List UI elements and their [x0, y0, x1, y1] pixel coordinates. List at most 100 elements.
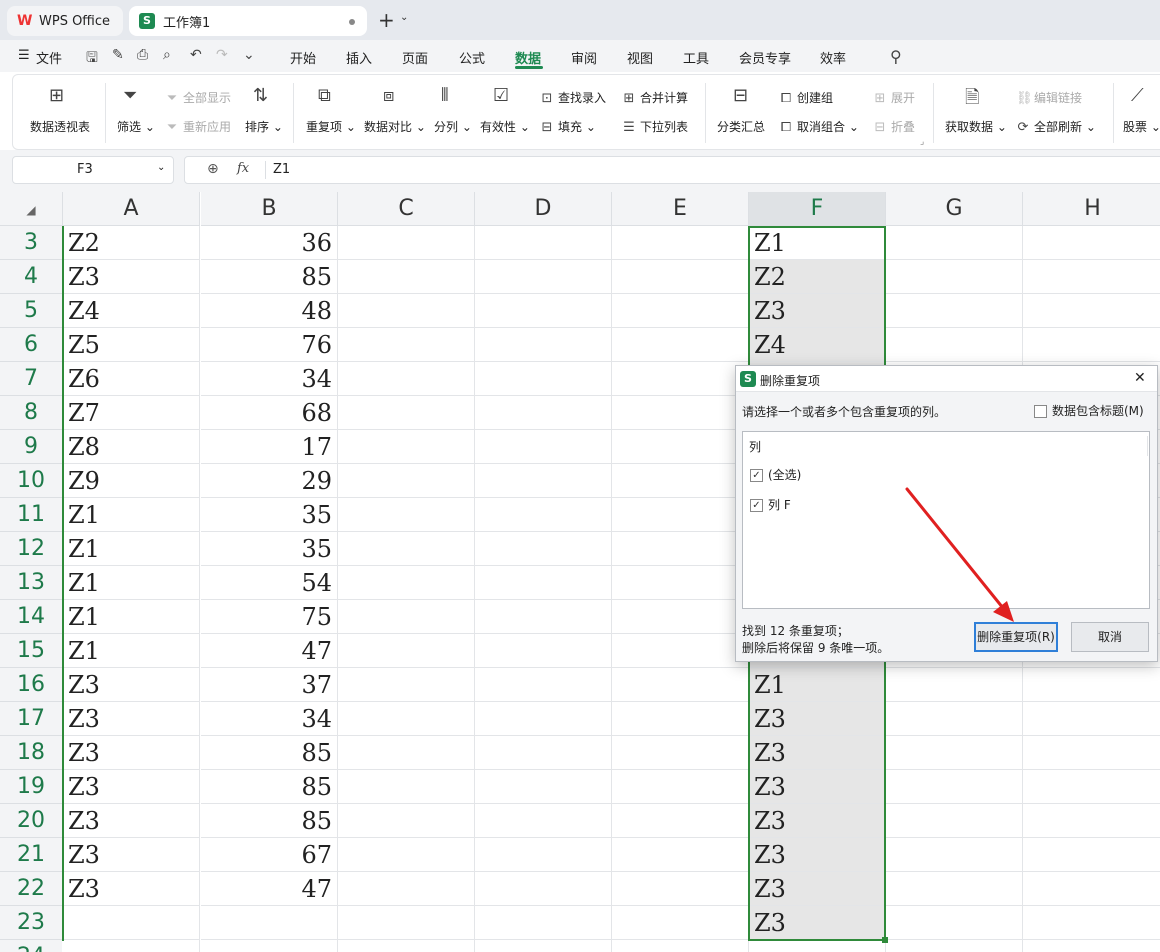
cell-a-23[interactable]: [63, 906, 200, 940]
cell-f-19[interactable]: Z3: [749, 770, 886, 804]
cell-b-16[interactable]: 37: [201, 668, 338, 702]
new-tab-chevron-down-icon[interactable]: ⌄: [400, 12, 408, 23]
cell-a-22[interactable]: Z3: [63, 872, 200, 906]
cell-b-4[interactable]: 85: [201, 260, 338, 294]
dropdown-list-button[interactable]: ☰ 下拉列表: [622, 118, 688, 135]
cell-a-3[interactable]: Z2: [63, 226, 200, 260]
cell-e-22[interactable]: [612, 872, 749, 906]
row-header[interactable]: 5: [0, 294, 62, 328]
cell-f-5[interactable]: Z3: [749, 294, 886, 328]
cell-c-22[interactable]: [338, 872, 475, 906]
cell-e-8[interactable]: [612, 396, 749, 430]
cell-c-20[interactable]: [338, 804, 475, 838]
cell-e-10[interactable]: [612, 464, 749, 498]
row-header[interactable]: 20: [0, 804, 62, 838]
format-painter-icon[interactable]: ✎: [112, 47, 124, 63]
cell-f-21[interactable]: Z3: [749, 838, 886, 872]
fill-handle[interactable]: [882, 937, 888, 943]
new-tab-plus-icon[interactable]: +: [378, 8, 395, 32]
cell-f-20[interactable]: Z3: [749, 804, 886, 838]
cell-c-10[interactable]: [338, 464, 475, 498]
validity-button[interactable]: 有效性 ⌄: [480, 118, 530, 135]
cell-e-15[interactable]: [612, 634, 749, 668]
column-header-g[interactable]: G: [886, 192, 1023, 226]
cell-e-6[interactable]: [612, 328, 749, 362]
row-header[interactable]: 15: [0, 634, 62, 668]
cell-e-19[interactable]: [612, 770, 749, 804]
zoom-search-icon[interactable]: ⊕: [207, 161, 219, 177]
select-all-checkbox[interactable]: ✓: [750, 469, 763, 482]
list-scrollbar[interactable]: [1147, 436, 1148, 456]
print-preview-icon[interactable]: ⌕: [163, 47, 171, 63]
cell-h-21[interactable]: [1023, 838, 1160, 872]
cell-h-17[interactable]: [1023, 702, 1160, 736]
cell-f-23[interactable]: Z3: [749, 906, 886, 940]
menu-efficiency[interactable]: 效率: [820, 48, 846, 67]
fx-icon[interactable]: fx: [237, 161, 249, 176]
cell-a-8[interactable]: Z7: [63, 396, 200, 430]
cell-g-24[interactable]: [886, 940, 1023, 952]
row-header[interactable]: 19: [0, 770, 62, 804]
cell-g-17[interactable]: [886, 702, 1023, 736]
cell-h-4[interactable]: [1023, 260, 1160, 294]
close-icon[interactable]: ✕: [1134, 370, 1146, 386]
cell-c-12[interactable]: [338, 532, 475, 566]
cell-c-24[interactable]: [338, 940, 475, 952]
select-all-corner[interactable]: ◢: [0, 192, 63, 226]
filter-button[interactable]: 筛选 ⌄: [117, 118, 155, 135]
cell-f-4[interactable]: Z2: [749, 260, 886, 294]
column-header-b[interactable]: B: [201, 192, 338, 226]
cell-d-9[interactable]: [475, 430, 612, 464]
menu-hamburger-icon[interactable]: ☰: [18, 48, 30, 63]
cell-b-14[interactable]: 75: [201, 600, 338, 634]
cell-g-22[interactable]: [886, 872, 1023, 906]
redo-icon[interactable]: ↷: [216, 47, 228, 63]
cell-c-17[interactable]: [338, 702, 475, 736]
consolidate-button[interactable]: ⊞ 合并计算: [622, 89, 688, 106]
cell-e-5[interactable]: [612, 294, 749, 328]
tab-wps-office[interactable]: W WPS Office: [7, 6, 123, 36]
cell-f-6[interactable]: Z4: [749, 328, 886, 362]
cell-c-7[interactable]: [338, 362, 475, 396]
cell-e-18[interactable]: [612, 736, 749, 770]
fill-button[interactable]: ⊟ 填充 ⌄: [540, 118, 596, 135]
duplicates-icon[interactable]: ⧉: [318, 85, 331, 106]
cell-a-17[interactable]: Z3: [63, 702, 200, 736]
cell-b-24[interactable]: [201, 940, 338, 952]
cell-b-10[interactable]: 29: [201, 464, 338, 498]
cell-d-21[interactable]: [475, 838, 612, 872]
menu-file[interactable]: 文件: [36, 48, 62, 67]
cell-e-3[interactable]: [612, 226, 749, 260]
column-header-d[interactable]: D: [475, 192, 612, 226]
cell-e-13[interactable]: [612, 566, 749, 600]
row-header[interactable]: 9: [0, 430, 62, 464]
cell-c-14[interactable]: [338, 600, 475, 634]
cell-g-19[interactable]: [886, 770, 1023, 804]
row-header[interactable]: 21: [0, 838, 62, 872]
cell-g-21[interactable]: [886, 838, 1023, 872]
menu-insert[interactable]: 插入: [346, 48, 372, 67]
cell-f-24[interactable]: [749, 940, 886, 952]
cell-c-11[interactable]: [338, 498, 475, 532]
cell-f-18[interactable]: Z3: [749, 736, 886, 770]
cell-g-4[interactable]: [886, 260, 1023, 294]
cell-e-21[interactable]: [612, 838, 749, 872]
row-header[interactable]: 4: [0, 260, 62, 294]
cell-d-24[interactable]: [475, 940, 612, 952]
cell-e-20[interactable]: [612, 804, 749, 838]
cell-b-9[interactable]: 17: [201, 430, 338, 464]
cell-a-15[interactable]: Z1: [63, 634, 200, 668]
cell-b-8[interactable]: 68: [201, 396, 338, 430]
cell-a-20[interactable]: Z3: [63, 804, 200, 838]
cell-f-22[interactable]: Z3: [749, 872, 886, 906]
cell-c-6[interactable]: [338, 328, 475, 362]
cell-h-16[interactable]: [1023, 668, 1160, 702]
refresh-all-button[interactable]: ⟳ 全部刷新 ⌄: [1016, 118, 1096, 135]
cell-g-5[interactable]: [886, 294, 1023, 328]
column-header-e[interactable]: E: [612, 192, 749, 226]
cell-c-4[interactable]: [338, 260, 475, 294]
cell-b-19[interactable]: 85: [201, 770, 338, 804]
print-icon[interactable]: ⎙: [137, 47, 148, 63]
row-header[interactable]: 18: [0, 736, 62, 770]
show-all-button[interactable]: ⏷ 全部显示: [165, 89, 231, 106]
